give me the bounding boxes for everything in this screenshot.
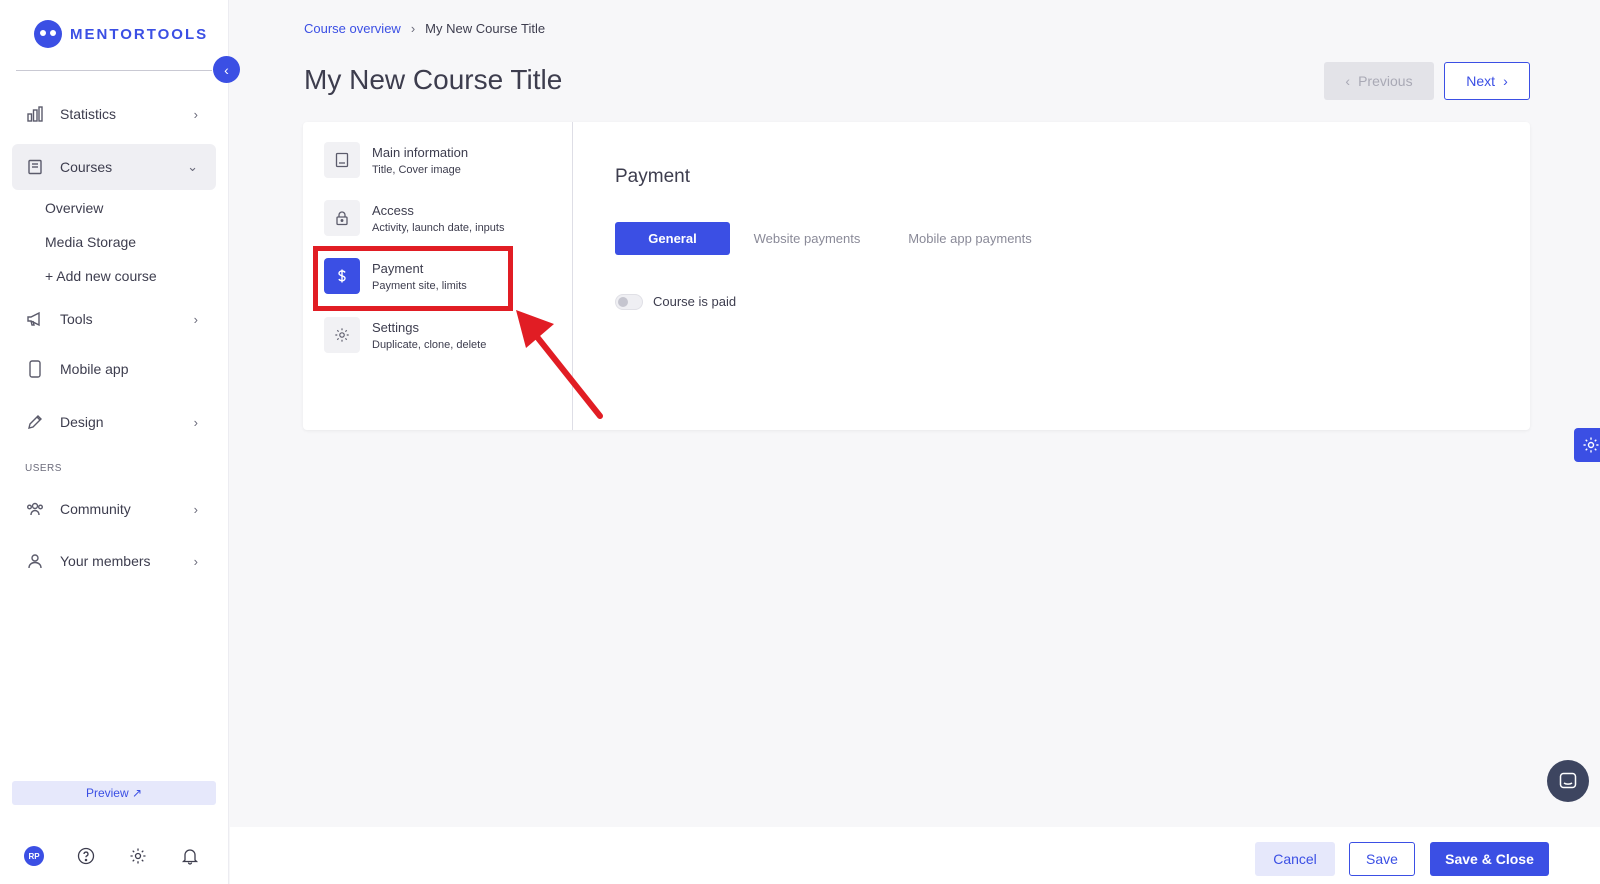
sidebar-item-tools[interactable]: Tools › <box>12 296 216 342</box>
cancel-button[interactable]: Cancel <box>1255 842 1335 876</box>
sidebar-item-community[interactable]: Community › <box>12 486 216 532</box>
sidebar-item-your-members[interactable]: Your members › <box>12 538 216 584</box>
previous-label: Previous <box>1358 73 1413 89</box>
gear-icon[interactable] <box>128 846 148 866</box>
logo-text: MENTORTOOLS <box>70 25 209 43</box>
community-icon <box>26 500 44 518</box>
mobile-icon <box>26 360 44 378</box>
chevron-left-icon: ‹ <box>224 61 229 78</box>
floating-settings-button[interactable] <box>1574 428 1600 462</box>
step-title: Settings <box>372 319 419 335</box>
chat-icon <box>1559 772 1577 789</box>
sidebar-subitem-add-course[interactable]: + Add new course <box>45 268 157 284</box>
pencil-icon <box>26 413 44 431</box>
sidebar: MENTORTOOLS Statistics › Courses ⌄ Overv… <box>0 0 229 884</box>
sidebar-divider <box>16 70 212 71</box>
gear-icon <box>324 317 360 353</box>
step-subtitle: Activity, launch date, inputs <box>372 221 505 234</box>
page-title: My New Course Title <box>304 64 563 95</box>
course-paid-toggle[interactable] <box>615 294 643 310</box>
chevron-right-icon: › <box>410 21 416 36</box>
course-paid-label: Course is paid <box>653 294 737 309</box>
logo-icon <box>34 20 62 48</box>
sidebar-item-label: Mobile app <box>60 361 129 377</box>
arrow-annotation-icon <box>516 310 603 419</box>
step-subtitle: Title, Cover image <box>372 163 461 176</box>
sidebar-footer: RP <box>24 846 200 866</box>
megaphone-icon <box>26 310 44 328</box>
sidebar-item-label: Statistics <box>60 106 117 122</box>
sidebar-item-label: Design <box>60 414 104 430</box>
lock-icon <box>324 200 360 236</box>
step-title: Main information <box>372 144 469 160</box>
save-close-button[interactable]: Save & Close <box>1430 842 1549 876</box>
chevron-down-icon: ⌄ <box>187 159 198 174</box>
chevron-left-icon: ‹ <box>1345 73 1351 89</box>
chat-button[interactable] <box>1547 760 1589 802</box>
gear-icon <box>1583 437 1599 453</box>
previous-button[interactable]: ‹ Previous <box>1324 62 1434 100</box>
breadcrumb: Course overview › My New Course Title <box>304 21 545 36</box>
chevron-right-icon: › <box>193 106 198 122</box>
step-main-information[interactable]: Main information Title, Cover image <box>324 142 468 178</box>
sidebar-item-mobile-app[interactable]: Mobile app <box>12 346 216 392</box>
chevron-right-icon: › <box>193 553 198 569</box>
tab-website-payments[interactable]: Website payments <box>742 222 872 255</box>
sidebar-item-label: Tools <box>60 311 93 327</box>
chevron-right-icon: › <box>193 501 198 517</box>
breadcrumb-link[interactable]: Course overview <box>304 21 401 36</box>
logo[interactable]: MENTORTOOLS <box>34 20 208 48</box>
next-button[interactable]: Next › <box>1444 62 1530 100</box>
sidebar-item-label: Your members <box>60 553 151 569</box>
chevron-right-icon: › <box>1503 73 1508 89</box>
book-icon <box>26 158 44 176</box>
user-icon <box>26 552 44 570</box>
step-access[interactable]: Access Activity, launch date, inputs <box>324 200 504 236</box>
payment-pane-title: Payment <box>615 166 690 187</box>
step-title: Access <box>372 202 414 218</box>
highlight-annotation <box>313 246 513 311</box>
bar-chart-icon <box>26 105 44 123</box>
step-subtitle: Duplicate, clone, delete <box>372 338 487 351</box>
bell-icon[interactable] <box>180 846 200 866</box>
sidebar-subitem-overview[interactable]: Overview <box>45 200 103 216</box>
next-label: Next <box>1466 73 1496 89</box>
sidebar-item-courses[interactable]: Courses ⌄ <box>12 144 216 190</box>
step-settings[interactable]: Settings Duplicate, clone, delete <box>324 317 486 353</box>
chevron-right-icon: › <box>193 311 198 327</box>
save-button[interactable]: Save <box>1349 842 1415 876</box>
help-icon[interactable] <box>76 846 96 866</box>
avatar[interactable]: RP <box>24 846 44 866</box>
breadcrumb-current: My New Course Title <box>425 21 546 36</box>
chevron-right-icon: › <box>193 414 198 430</box>
tab-general[interactable]: General <box>615 222 730 255</box>
sidebar-item-label: Community <box>60 501 131 517</box>
document-icon <box>324 142 360 178</box>
sidebar-subitem-media-storage[interactable]: Media Storage <box>45 234 136 250</box>
section-label-users: USERS <box>25 463 62 474</box>
sidebar-item-design[interactable]: Design › <box>12 399 216 445</box>
preview-button[interactable]: Preview ↗ <box>12 781 216 805</box>
tab-mobile-app-payments[interactable]: Mobile app payments <box>894 222 1046 255</box>
sidebar-item-statistics[interactable]: Statistics › <box>12 91 216 137</box>
collapse-sidebar-button[interactable]: ‹ <box>213 56 240 83</box>
sidebar-item-label: Courses <box>60 159 113 175</box>
